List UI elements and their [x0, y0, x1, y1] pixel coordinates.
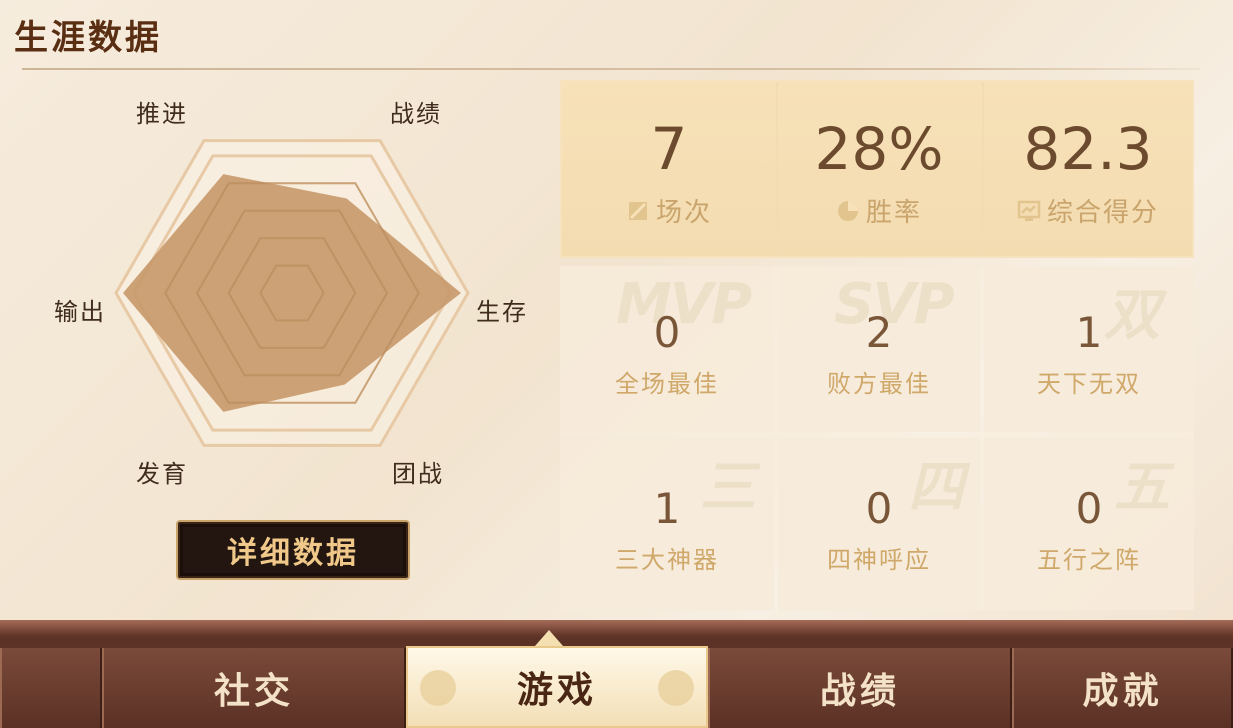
honor-mvp-value: 0 [653, 308, 681, 357]
honor-unrivaled-label: 天下无双 [1037, 370, 1141, 398]
honor-five-value: 0 [1075, 484, 1103, 533]
honor-svp: SVP 2 败方最佳 [778, 266, 980, 432]
radar-label-push: 推进 [136, 100, 188, 128]
score-value: 82.3 [1023, 115, 1153, 183]
honor-svp-label: 败方最佳 [827, 370, 931, 398]
bottom-nav-top-border [0, 620, 1233, 634]
radar-label-damage: 输出 [54, 298, 106, 326]
tab-record[interactable]: 战绩 [708, 648, 1012, 728]
detail-data-button[interactable]: 详细数据 [176, 520, 410, 580]
radar-label-record: 战绩 [390, 100, 442, 128]
flower-ornament-icon [658, 670, 694, 706]
radar-label-teamfight: 团战 [392, 460, 444, 488]
honor-three-artifacts: 三 1 三大神器 [560, 438, 774, 610]
radar-label-farm: 发育 [136, 460, 188, 488]
honors-grid: MVP 0 全场最佳 SVP 2 败方最佳 双 1 天下无双 三 1 三大神器 … [560, 266, 1194, 610]
career-radar-chart: 推进 战绩 生存 团战 发育 输出 [40, 80, 560, 500]
active-tab-caret-icon [535, 630, 563, 646]
tab-social[interactable]: 社交 [102, 648, 406, 728]
summary-score: 82.3 综合得分 [982, 120, 1194, 229]
tab-game[interactable]: 游戏 [406, 646, 708, 728]
honor-three-label: 三大神器 [615, 546, 719, 574]
honor-mvp: MVP 0 全场最佳 [560, 266, 774, 432]
honor-unrivaled-value: 1 [1075, 308, 1103, 357]
honor-five-label: 五行之阵 [1037, 546, 1141, 574]
monitor-chart-icon [1017, 200, 1041, 221]
matches-label: 场次 [655, 198, 712, 228]
flower-ornament-icon [420, 670, 456, 706]
chart-box-icon [628, 201, 647, 220]
honor-unrivaled: 双 1 天下无双 [984, 266, 1194, 432]
honor-mvp-label: 全场最佳 [615, 370, 719, 398]
honor-four-gods: 四 0 四神呼应 [778, 438, 980, 610]
pie-chart-icon [837, 200, 858, 221]
stats-panel: 7 场次 28% 胜率 82.3 综合得分 MVP 0 全场最佳 SVP 2 败… [560, 80, 1194, 610]
summary-winrate: 28% 胜率 [776, 120, 982, 229]
summary-matches: 7 场次 [562, 120, 776, 229]
radar-label-survive: 生存 [476, 298, 528, 326]
tab-left-edge [0, 648, 102, 728]
title-divider [22, 68, 1200, 70]
matches-value: 7 [650, 115, 688, 183]
page-title: 生涯数据 [14, 18, 162, 58]
score-label: 综合得分 [1046, 198, 1159, 228]
summary-row: 7 场次 28% 胜率 82.3 综合得分 [560, 80, 1194, 258]
radar-svg [114, 139, 470, 447]
tab-achievement[interactable]: 成就 [1012, 648, 1233, 728]
honor-three-value: 1 [653, 484, 681, 533]
honor-five-elements: 五 0 五行之阵 [984, 438, 1194, 610]
honor-svp-value: 2 [865, 308, 893, 357]
honor-four-label: 四神呼应 [827, 546, 931, 574]
honor-four-value: 0 [865, 484, 893, 533]
winrate-label: 胜率 [865, 198, 922, 228]
winrate-value: 28% [814, 115, 944, 183]
tab-game-label: 游戏 [516, 670, 597, 711]
